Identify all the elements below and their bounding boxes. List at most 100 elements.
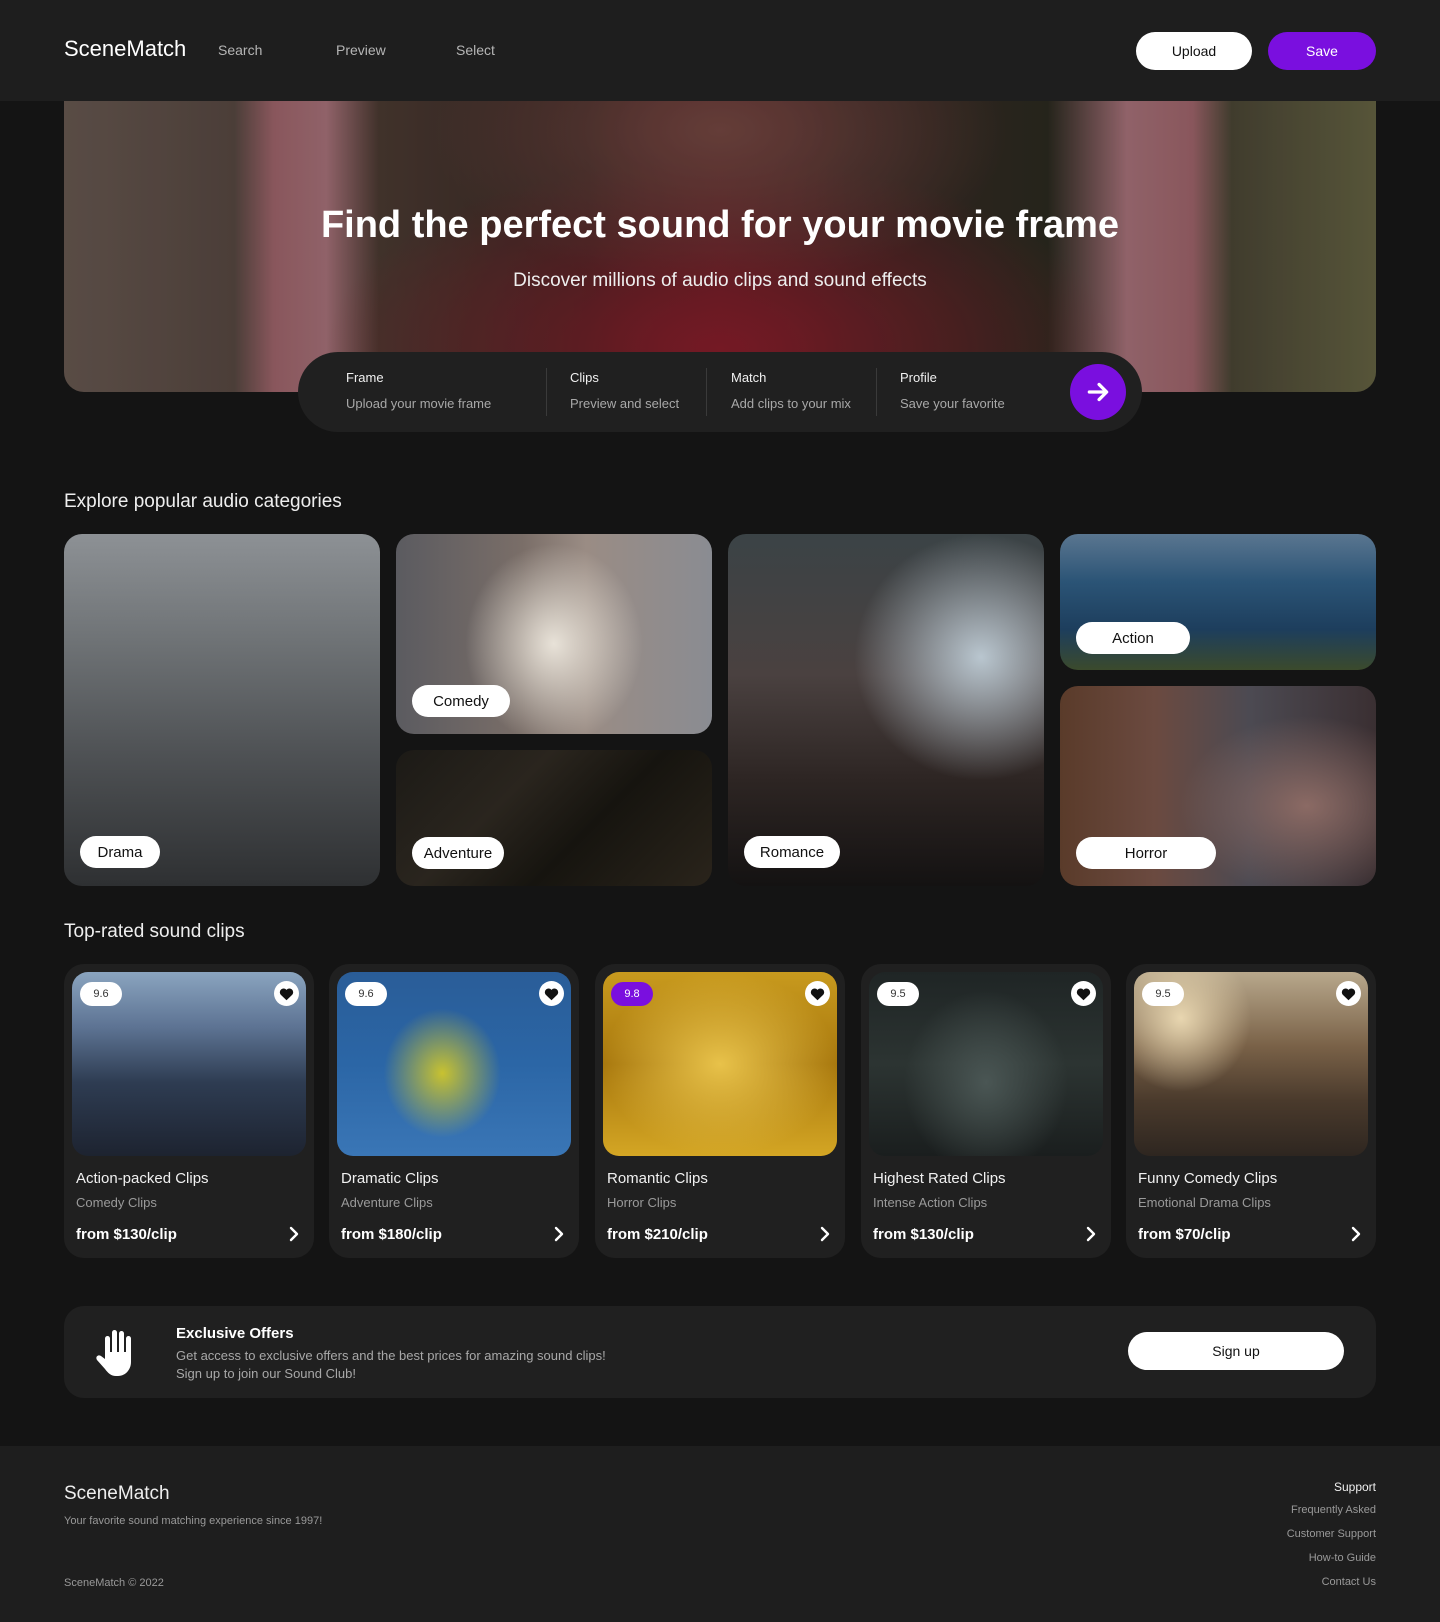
favorite-button[interactable] [1336, 981, 1361, 1006]
category-card-horror[interactable]: Horror [1060, 686, 1376, 886]
chevron-right-icon[interactable] [286, 1226, 302, 1242]
footer-links-heading: Support [1333, 1480, 1376, 1494]
step-desc: Add clips to your mix [731, 396, 851, 411]
save-button[interactable]: Save [1268, 32, 1376, 70]
clip-category: Adventure Clips [341, 1195, 433, 1210]
chevron-right-icon[interactable] [817, 1226, 833, 1242]
clip-card[interactable]: 9.5 Highest Rated Clips Intense Action C… [861, 964, 1111, 1258]
copyright: SceneMatch © 2022 [64, 1577, 164, 1589]
nav-search[interactable]: Search [218, 42, 262, 58]
clip-thumbnail: 9.6 [72, 972, 306, 1156]
clip-category: Comedy Clips [76, 1195, 157, 1210]
footer-tagline: Your favorite sound matching experience … [64, 1515, 323, 1527]
category-card-drama[interactable]: Drama [64, 534, 380, 886]
rating-badge: 9.5 [1142, 982, 1184, 1006]
category-card-action[interactable]: Action [1060, 534, 1376, 670]
hand-icon [96, 1330, 131, 1376]
footer: SceneMatch Your favorite sound matching … [0, 1446, 1440, 1622]
chevron-right-icon[interactable] [1083, 1226, 1099, 1242]
step-clips[interactable]: Clips Preview and select [570, 370, 679, 411]
top-nav: SceneMatch Search Preview Select Upload … [0, 0, 1440, 101]
categories-heading: Explore popular audio categories [64, 491, 342, 512]
rating-badge: 9.6 [345, 982, 387, 1006]
step-title: Clips [570, 370, 599, 385]
category-label: Horror [1076, 837, 1216, 869]
chevron-right-icon[interactable] [1348, 1226, 1364, 1242]
clip-card[interactable]: 9.8 Romantic Clips Horror Clips from $21… [595, 964, 845, 1258]
step-desc: Save your favorite [900, 396, 1005, 411]
nav-select[interactable]: Select [456, 42, 495, 58]
divider [546, 368, 547, 416]
rating-badge: 9.6 [80, 982, 122, 1006]
step-profile[interactable]: Profile Save your favorite [900, 370, 1005, 411]
favorite-button[interactable] [1071, 981, 1096, 1006]
favorite-button[interactable] [539, 981, 564, 1006]
divider [706, 368, 707, 416]
offer-text: Get access to exclusive offers and the b… [176, 1348, 606, 1363]
footer-link-faq[interactable]: Frequently Asked [1287, 1504, 1376, 1528]
step-title: Match [731, 370, 767, 385]
offer-title: Exclusive Offers [176, 1325, 294, 1342]
nav-preview[interactable]: Preview [336, 42, 386, 58]
step-title: Profile [900, 370, 937, 385]
heart-icon [810, 987, 825, 1000]
go-button[interactable] [1070, 364, 1126, 420]
favorite-button[interactable] [805, 981, 830, 1006]
clip-category: Emotional Drama Clips [1138, 1195, 1271, 1210]
footer-link-contact-us[interactable]: Contact Us [1287, 1576, 1376, 1600]
clip-thumbnail: 9.8 [603, 972, 837, 1156]
rating-badge: 9.5 [877, 982, 919, 1006]
category-card-romance[interactable]: Romance [728, 534, 1044, 886]
clip-title: Highest Rated Clips [873, 1170, 1006, 1187]
clip-title: Dramatic Clips [341, 1170, 439, 1187]
footer-link-customer-support[interactable]: Customer Support [1287, 1528, 1376, 1552]
heart-icon [1341, 987, 1356, 1000]
step-frame[interactable]: Frame Upload your movie frame [346, 370, 491, 411]
clip-thumbnail: 9.5 [1134, 972, 1368, 1156]
footer-link-how-to-guide[interactable]: How-to Guide [1287, 1552, 1376, 1576]
step-match[interactable]: Match Add clips to your mix [731, 370, 851, 411]
clips-heading: Top-rated sound clips [64, 921, 245, 942]
offer-text: Sign up to join our Sound Club! [176, 1366, 356, 1381]
step-title: Frame [346, 370, 384, 385]
heart-icon [1076, 987, 1091, 1000]
clip-title: Romantic Clips [607, 1170, 708, 1187]
clip-category: Horror Clips [607, 1195, 677, 1210]
heart-icon [544, 987, 559, 1000]
clip-thumbnail: 9.5 [869, 972, 1103, 1156]
footer-support-links: Support Frequently Asked Customer Suppor… [1287, 1480, 1376, 1600]
clip-title: Funny Comedy Clips [1138, 1170, 1278, 1187]
logo[interactable]: SceneMatch [64, 36, 186, 62]
hero-title: Find the perfect sound for your movie fr… [320, 204, 1120, 246]
clip-thumbnail: 9.6 [337, 972, 571, 1156]
category-label: Comedy [412, 685, 510, 717]
category-label: Romance [744, 836, 840, 868]
footer-logo[interactable]: SceneMatch [64, 1483, 170, 1505]
clip-price: from $70/clip [1138, 1226, 1231, 1243]
sign-up-button[interactable]: Sign up [1128, 1332, 1344, 1370]
clip-price: from $130/clip [76, 1226, 177, 1243]
category-card-comedy[interactable]: Comedy [396, 534, 712, 734]
steps-bar: Frame Upload your movie frame Clips Prev… [298, 352, 1142, 432]
category-label: Action [1076, 622, 1190, 654]
step-desc: Upload your movie frame [346, 396, 492, 411]
category-label: Drama [80, 836, 160, 868]
clip-title: Action-packed Clips [76, 1170, 209, 1187]
heart-icon [279, 987, 294, 1000]
chevron-right-icon[interactable] [551, 1226, 567, 1242]
hero-banner: Find the perfect sound for your movie fr… [64, 101, 1376, 392]
category-card-adventure[interactable]: Adventure [396, 750, 712, 886]
clip-card[interactable]: 9.6 Action-packed Clips Comedy Clips fro… [64, 964, 314, 1258]
category-label: Adventure [412, 837, 504, 869]
favorite-button[interactable] [274, 981, 299, 1006]
clip-price: from $180/clip [341, 1226, 442, 1243]
clip-card[interactable]: 9.6 Dramatic Clips Adventure Clips from … [329, 964, 579, 1258]
hero-subtitle: Discover millions of audio clips and sou… [513, 270, 927, 291]
offer-banner: Exclusive Offers Get access to exclusive… [64, 1306, 1376, 1398]
clip-card[interactable]: 9.5 Funny Comedy Clips Emotional Drama C… [1126, 964, 1376, 1258]
upload-button[interactable]: Upload [1136, 32, 1252, 70]
step-desc: Preview and select [570, 396, 680, 411]
clip-price: from $210/clip [607, 1226, 708, 1243]
rating-badge: 9.8 [611, 982, 653, 1006]
divider [876, 368, 877, 416]
